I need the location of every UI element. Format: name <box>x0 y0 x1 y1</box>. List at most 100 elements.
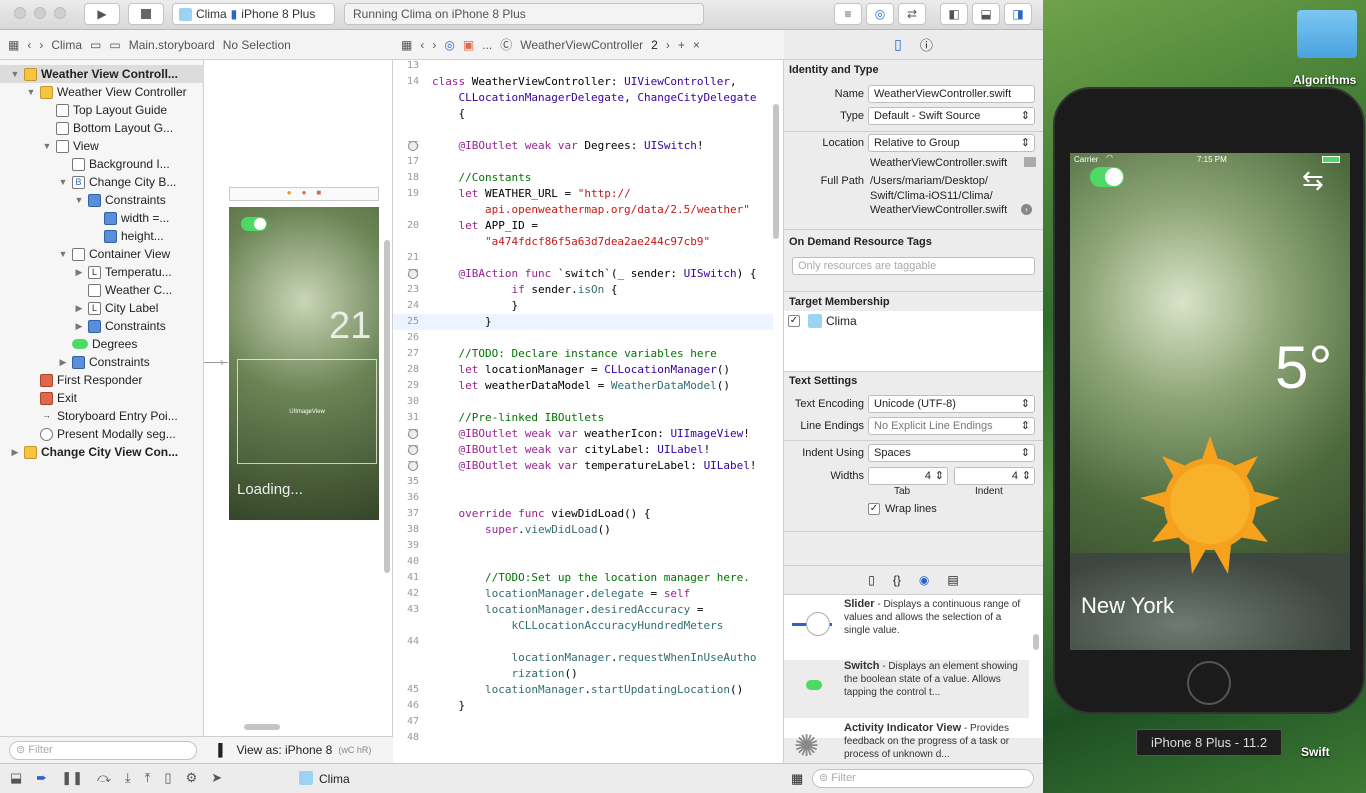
code-line[interactable]: 48 <box>393 730 773 746</box>
disclosure-open-icon[interactable]: ▼ <box>10 65 20 83</box>
scene-preview[interactable]: 21 UIImageView Loading... <box>229 207 379 520</box>
code-line[interactable]: 46 } <box>393 698 773 714</box>
simulator-screen[interactable]: Carrier ◠ 7:15 PM ⇆ 5° New York <box>1070 153 1350 650</box>
type-popup[interactable]: Default - Swift Source ⇕ <box>868 107 1035 125</box>
jump-selection[interactable]: No Selection <box>223 38 291 52</box>
outline-item[interactable]: Top Layout Guide <box>0 101 167 119</box>
indent-width-stepper[interactable]: 4 ⇕ <box>954 467 1035 485</box>
grid-icon[interactable]: ▦ <box>401 38 412 52</box>
line-number[interactable]: 45 <box>393 682 419 698</box>
outline-item[interactable]: Exit <box>0 389 77 407</box>
line-number[interactable]: 44 <box>393 634 419 650</box>
line-number[interactable]: 42 <box>393 586 419 602</box>
code-line[interactable]: 19 let WEATHER_URL = "http:// <box>393 186 773 202</box>
scheme-selector[interactable]: Clima ▮ iPhone 8 Plus <box>172 3 335 25</box>
outline-item[interactable]: Background I... <box>0 155 170 173</box>
step-out-icon[interactable]: ⤒ <box>145 770 151 786</box>
view-debugger-icon[interactable]: ▯ <box>164 770 171 786</box>
target-checkbox[interactable]: ✓ <box>788 315 800 327</box>
line-number[interactable]: 48 <box>393 730 419 746</box>
scene-dock[interactable]: ● ● ■ <box>229 187 379 201</box>
code-line[interactable]: rization() <box>393 666 773 682</box>
minimize-window-button[interactable] <box>34 7 46 19</box>
line-number[interactable]: 37 <box>393 506 419 522</box>
line-number[interactable]: 29 <box>393 378 419 394</box>
line-number[interactable]: 36 <box>393 490 419 506</box>
line-number[interactable]: 30 <box>393 394 419 410</box>
code-line[interactable]: kCLLocationAccuracyHundredMeters <box>393 618 773 634</box>
step-in-icon[interactable]: ⤓ <box>125 770 131 786</box>
disclosure-closed-icon[interactable]: ▶ <box>58 353 68 371</box>
outline-item[interactable]: ▶ Change City View Con... <box>0 443 179 461</box>
library-item[interactable]: Slider - Displays a continuous range of … <box>784 598 1029 656</box>
quick-help-icon[interactable]: ⓘ <box>920 35 933 54</box>
code-line[interactable]: 30 <box>393 394 773 410</box>
canvas-horizontal-scrollbar[interactable] <box>244 724 280 730</box>
code-line[interactable]: 40 <box>393 554 773 570</box>
outline-item[interactable]: Weather C... <box>0 281 172 299</box>
disclosure-open-icon[interactable]: ▼ <box>42 137 52 155</box>
name-field[interactable]: WeatherViewController.swift <box>868 85 1035 103</box>
outline-toggle-icon[interactable]: ▐ <box>214 743 223 757</box>
outline-item[interactable]: ▼ Container View <box>0 245 171 263</box>
image-view-placeholder[interactable]: UIImageView <box>237 359 377 464</box>
grid-icon[interactable]: ▦ <box>8 38 19 52</box>
outlet-connection-icon[interactable] <box>408 461 418 471</box>
media-library-icon[interactable]: ▤ <box>947 573 958 587</box>
line-number[interactable]: 18 <box>393 170 419 186</box>
source-editor[interactable]: 12import SwiftyJSON1314class WeatherView… <box>393 30 784 763</box>
run-button[interactable]: ▶ <box>84 3 120 25</box>
code-line[interactable]: "a474fdcf86f5a63d7dea2ae244c97cb9" <box>393 234 773 250</box>
library-scrollbar[interactable] <box>1033 634 1039 650</box>
code-line[interactable]: 16 @IBOutlet weak var Degrees: UISwitch! <box>393 138 773 154</box>
code-line[interactable]: 13 <box>393 58 773 74</box>
line-number[interactable]: 14 <box>393 74 419 90</box>
line-number[interactable]: 31 <box>393 410 419 426</box>
reveal-in-finder-icon[interactable]: › <box>1021 204 1032 215</box>
indent-using-popup[interactable]: Spaces ⇕ <box>868 444 1035 462</box>
outline-item[interactable]: First Responder <box>0 371 142 389</box>
counterpart-count[interactable]: 2 <box>651 38 658 52</box>
tab-width-stepper[interactable]: 4 ⇕ <box>868 467 948 485</box>
disclosure-open-icon[interactable]: ▼ <box>58 245 68 263</box>
code-line[interactable]: 25 } <box>393 314 773 330</box>
degrees-switch[interactable] <box>1090 167 1124 187</box>
outline-item[interactable]: ▶ L City Label <box>0 299 159 317</box>
forward-arrow-icon[interactable]: › <box>39 38 43 52</box>
object-library-list[interactable]: Slider - Displays a continuous range of … <box>784 595 1043 762</box>
home-button[interactable] <box>1187 661 1231 705</box>
disclosure-closed-icon[interactable]: ▶ <box>74 299 84 317</box>
back-arrow-icon[interactable]: ‹ <box>27 38 31 52</box>
line-number[interactable]: 23 <box>393 282 419 298</box>
storyboard-canvas[interactable]: ● ● ■ 21 UIImageView Loading... › <box>204 60 393 740</box>
jump-class[interactable]: WeatherViewController <box>520 38 643 52</box>
line-number[interactable]: 41 <box>393 570 419 586</box>
memory-graph-icon[interactable]: ⚙ <box>186 770 198 786</box>
line-number[interactable]: 28 <box>393 362 419 378</box>
code-line[interactable]: 29 let weatherDataModel = WeatherDataMod… <box>393 378 773 394</box>
outline-item[interactable]: ▼ B Change City B... <box>0 173 177 191</box>
line-number[interactable]: 46 <box>393 698 419 714</box>
outline-item[interactable]: → Storyboard Entry Poi... <box>0 407 178 425</box>
resource-tags-field[interactable]: Only resources are taggable <box>792 257 1035 275</box>
line-number[interactable]: 27 <box>393 346 419 362</box>
line-number[interactable]: 24 <box>393 298 419 314</box>
folder-label[interactable]: Algorithms <box>1293 73 1363 87</box>
code-line[interactable]: 35 <box>393 474 773 490</box>
line-number[interactable]: 43 <box>393 602 419 618</box>
line-number[interactable]: 19 <box>393 186 419 202</box>
hide-debug-icon[interactable]: ⬓ <box>10 770 22 786</box>
code-line[interactable] <box>393 122 773 138</box>
vc-dock-icon[interactable]: ● <box>287 188 292 200</box>
close-editor-icon[interactable]: × <box>693 38 700 52</box>
degrees-switch[interactable] <box>241 217 267 231</box>
stop-button[interactable] <box>128 3 164 25</box>
code-line[interactable]: 31 //Pre-linked IBOutlets <box>393 410 773 426</box>
related-items-icon[interactable]: ◎ <box>444 38 454 52</box>
library-filter-input[interactable]: ⊜ Filter <box>812 769 1034 788</box>
code-line[interactable]: locationManager.requestWhenInUseAutho <box>393 650 773 666</box>
code-line[interactable]: 41 //TODO:Set up the location manager he… <box>393 570 773 586</box>
code-line[interactable]: { <box>393 106 773 122</box>
exit-dock-icon[interactable]: ■ <box>316 188 321 200</box>
toggle-inspector-button[interactable]: ◨ <box>1004 3 1032 25</box>
